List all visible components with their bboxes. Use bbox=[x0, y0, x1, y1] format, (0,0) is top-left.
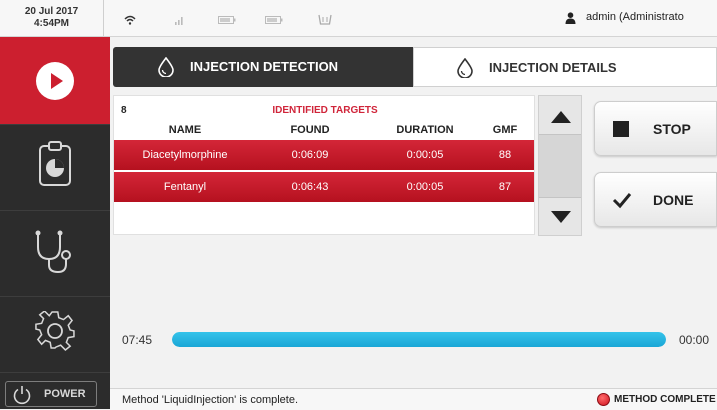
date-label: 20 Jul 2017 bbox=[24, 6, 79, 17]
power-button[interactable]: POWER bbox=[5, 381, 97, 407]
target-name: Fentanyl bbox=[163, 181, 207, 193]
status-message: Method 'LiquidInjection' is complete. bbox=[122, 394, 299, 406]
scroll-up-arrow-icon[interactable] bbox=[550, 110, 572, 124]
column-header-gmf: GMF bbox=[492, 124, 518, 136]
method-state-label: METHOD COMPLETE bbox=[614, 394, 716, 405]
target-name: Diacetylmorphine bbox=[142, 149, 228, 161]
target-found: 0:06:09 bbox=[291, 149, 329, 161]
column-header-name: NAME bbox=[168, 124, 202, 136]
target-duration: 0:00:05 bbox=[406, 149, 444, 161]
wifi-icon bbox=[124, 12, 136, 30]
target-found: 0:06:43 bbox=[291, 181, 329, 193]
column-header-found: FOUND bbox=[290, 124, 330, 136]
sidebar-item-run[interactable] bbox=[0, 37, 110, 125]
sidebar-item-diagnostics[interactable] bbox=[0, 211, 110, 297]
power-label: POWER bbox=[44, 388, 86, 400]
status-indicator-icon bbox=[597, 393, 610, 406]
gear-icon bbox=[35, 311, 75, 351]
table-row[interactable]: Diacetylmorphine 0:06:09 0:00:05 88 bbox=[114, 140, 534, 170]
play-icon bbox=[36, 62, 74, 100]
status-bar: 20 Jul 2017 4:54PM admin (Administrato bbox=[0, 0, 717, 37]
table-scrollbar[interactable] bbox=[538, 95, 582, 236]
checkmark-icon bbox=[612, 193, 632, 209]
time-label: 4:54PM bbox=[33, 18, 69, 29]
container-icon bbox=[318, 12, 332, 30]
progress-fill bbox=[172, 332, 666, 347]
stop-icon bbox=[613, 121, 629, 137]
elapsed-time: 07:45 bbox=[122, 333, 153, 347]
user-menu[interactable]: admin (Administrato bbox=[565, 10, 717, 26]
sidebar-item-report[interactable] bbox=[0, 125, 110, 211]
sidebar-item-settings[interactable] bbox=[0, 297, 110, 373]
stethoscope-icon bbox=[35, 230, 71, 274]
target-gmf: 87 bbox=[498, 181, 512, 193]
scroll-down-arrow-icon[interactable] bbox=[550, 210, 572, 224]
remaining-time: 00:00 bbox=[679, 333, 710, 347]
date-time: 20 Jul 2017 4:54PM bbox=[0, 0, 104, 36]
table-row[interactable]: Fentanyl 0:06:43 0:00:05 87 bbox=[114, 172, 534, 202]
clipboard-chart-icon bbox=[39, 141, 71, 186]
scrollbar-thumb[interactable] bbox=[539, 134, 581, 198]
power-icon bbox=[13, 386, 31, 405]
method-progress-bar bbox=[172, 332, 666, 347]
column-header-duration: DURATION bbox=[396, 124, 454, 136]
identified-targets-table: 8 IDENTIFIED TARGETS NAME FOUND DURATION… bbox=[113, 95, 535, 235]
tab-injection-detection[interactable]: INJECTION DETECTION bbox=[113, 47, 413, 87]
sidebar: POWER bbox=[0, 37, 110, 409]
user-icon bbox=[565, 11, 576, 26]
stop-button[interactable]: STOP bbox=[594, 101, 717, 156]
target-duration: 0:00:05 bbox=[406, 181, 444, 193]
tab-injection-details[interactable]: INJECTION DETAILS bbox=[413, 47, 717, 87]
status-footer: Method 'LiquidInjection' is complete. ME… bbox=[110, 388, 717, 410]
battery-icon bbox=[265, 12, 283, 30]
droplet-icon bbox=[158, 57, 174, 77]
tab-label: INJECTION DETAILS bbox=[489, 60, 617, 75]
tab-label: INJECTION DETECTION bbox=[190, 59, 339, 74]
droplet-icon bbox=[457, 58, 473, 78]
target-gmf: 88 bbox=[498, 149, 512, 161]
table-title: IDENTIFIED TARGETS bbox=[272, 105, 378, 116]
method-state: METHOD COMPLETE bbox=[597, 392, 716, 408]
done-button[interactable]: DONE bbox=[594, 172, 717, 227]
battery-icon bbox=[218, 12, 236, 30]
user-name: admin (Administrato bbox=[586, 11, 684, 23]
done-label: DONE bbox=[653, 192, 694, 208]
stop-label: STOP bbox=[653, 121, 691, 137]
signal-icon bbox=[175, 12, 185, 30]
